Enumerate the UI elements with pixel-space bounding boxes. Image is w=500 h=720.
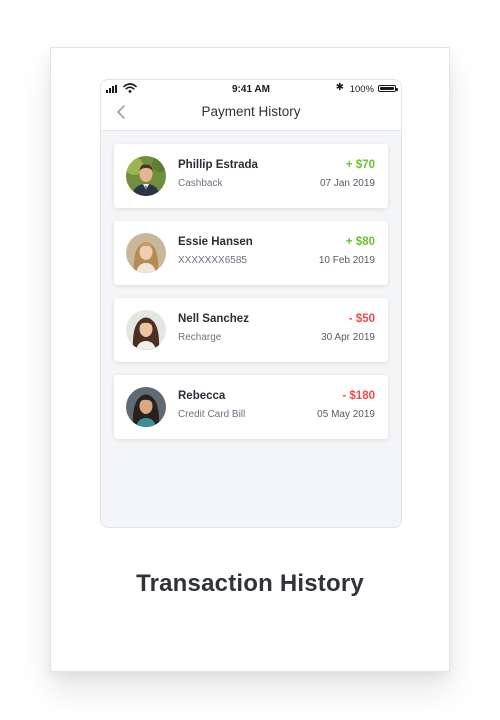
transaction-detail: XXXXXXX6585 xyxy=(178,255,247,266)
avatar xyxy=(126,233,166,273)
transaction-date: 05 May 2019 xyxy=(317,409,375,420)
transaction-amount: - $50 xyxy=(348,313,375,325)
transaction-date: 10 Feb 2019 xyxy=(318,255,375,266)
avatar xyxy=(126,156,166,196)
app-header: 9:41 AM ✱ 100% Payment History xyxy=(101,80,401,131)
transaction-detail: Cashback xyxy=(178,178,223,189)
transaction-item[interactable]: Essie Hansen XXXXXXX6585 + $80 10 Feb 20… xyxy=(114,221,388,285)
transaction-item[interactable]: Phillip Estrada Cashback + $70 07 Jan 20… xyxy=(114,144,388,208)
battery-icon xyxy=(378,85,398,92)
transaction-amount: - $180 xyxy=(342,390,375,402)
transaction-item[interactable]: Rebecca Credit Card Bill - $180 05 May 2… xyxy=(114,375,388,439)
bluetooth-icon: ✱ xyxy=(335,82,344,93)
avatar xyxy=(126,310,166,350)
transaction-name: Essie Hansen xyxy=(178,236,253,248)
transaction-name: Phillip Estrada xyxy=(178,159,258,171)
transaction-date: 30 Apr 2019 xyxy=(321,332,375,343)
transaction-detail: Recharge xyxy=(178,332,222,343)
phone-screen: 9:41 AM ✱ 100% Payment History Phillip E… xyxy=(100,79,402,528)
page-title: Payment History xyxy=(201,104,301,119)
transaction-amount: + $70 xyxy=(345,159,375,171)
transaction-name: Nell Sanchez xyxy=(178,313,249,325)
transaction-name: Rebecca xyxy=(178,390,226,402)
battery-percent: 100% xyxy=(349,84,374,95)
transaction-date: 07 Jan 2019 xyxy=(319,178,375,189)
transaction-item[interactable]: Nell Sanchez Recharge - $50 30 Apr 2019 xyxy=(114,298,388,362)
caption-title: Transaction History xyxy=(136,570,364,597)
status-bar: 9:41 AM ✱ 100% xyxy=(101,80,401,98)
transaction-detail: Credit Card Bill xyxy=(178,409,246,420)
showcase-card: 9:41 AM ✱ 100% Payment History Phillip E… xyxy=(50,47,450,672)
transaction-amount: + $80 xyxy=(345,236,375,248)
avatar xyxy=(126,387,166,427)
